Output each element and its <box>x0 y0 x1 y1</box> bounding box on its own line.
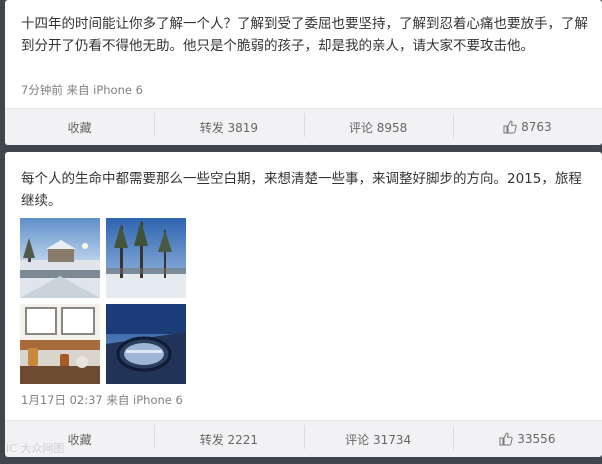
thumbs-up-icon <box>503 120 517 134</box>
photo-thumbnail-cafe-interior[interactable] <box>20 304 100 384</box>
post-text: 每个人的生命中都需要那么一些空白期，来想清楚一些事，来调整好脚步的方向。2015… <box>21 171 582 209</box>
like-button[interactable]: 33556 <box>452 426 602 450</box>
post-meta[interactable]: 7分钟前 来自 iPhone 6 <box>21 82 143 98</box>
repost-button[interactable]: 转发 2221 <box>154 424 303 449</box>
weibo-post-2: 每个人的生命中都需要那么一些空白期，来想清楚一些事，来调整好脚步的方向。2015… <box>5 152 602 457</box>
like-button[interactable]: 8763 <box>452 114 602 138</box>
comment-button[interactable]: 评论 8958 <box>303 112 453 137</box>
weibo-post-1: 十四年的时间能让你多了解一个人？了解到受了委屈也要坚持，了解到忍着心痛也要放手，… <box>5 0 602 145</box>
action-bar: 收藏 转发 3819 评论 8958 8763 <box>5 108 602 145</box>
collect-button[interactable]: 收藏 <box>5 119 154 136</box>
like-count: 8763 <box>521 120 552 134</box>
post-text: 十四年的时间能让你多了解一个人？了解到受了委屈也要坚持，了解到忍着心痛也要放手，… <box>21 16 588 54</box>
like-count: 33556 <box>517 432 556 446</box>
photo-thumbnail-snowy-trees[interactable] <box>106 218 186 298</box>
photo-thumbnail-snowy-house[interactable] <box>20 218 100 298</box>
repost-button[interactable]: 转发 3819 <box>154 112 303 137</box>
post-meta[interactable]: 1月17日 02:37 来自 iPhone 6 <box>21 392 183 408</box>
action-bar: 收藏 转发 2221 评论 31734 33556 <box>5 420 602 457</box>
comment-button[interactable]: 评论 31734 <box>303 424 453 449</box>
photo-thumbnail-car-mirror[interactable] <box>106 304 186 384</box>
thumbs-up-icon <box>499 432 513 446</box>
watermark: IC 大众网图 <box>6 442 65 455</box>
